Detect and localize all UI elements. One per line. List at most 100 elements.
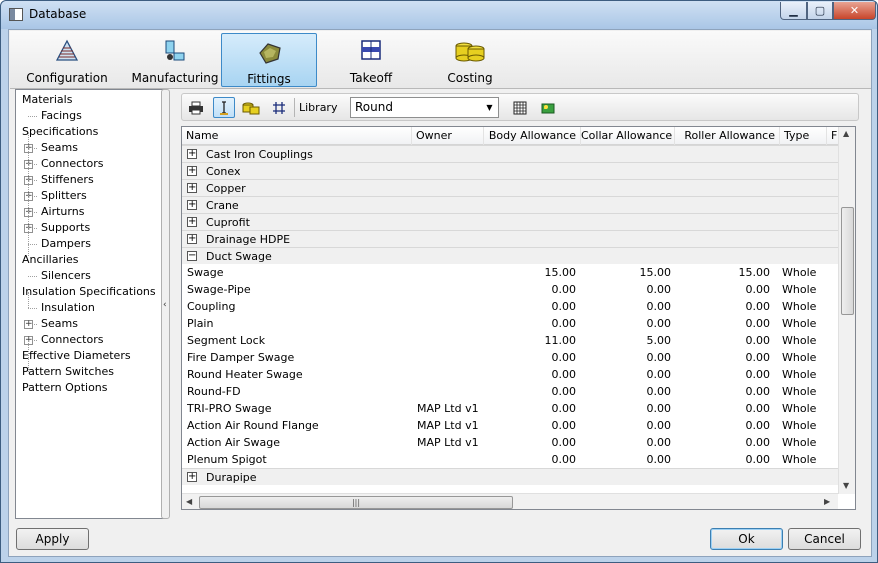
tree-item[interactable]: Pattern Options — [22, 380, 108, 396]
horizontal-scrollbar[interactable]: ◀ ||| ▶ — [182, 493, 838, 509]
tab-fittings[interactable]: Fittings — [221, 33, 317, 87]
minimize-button[interactable]: ▁ — [780, 2, 807, 20]
tree-item[interactable]: Seams — [41, 140, 78, 156]
category-tree[interactable]: Materials Facings Specifications + Seams + Con… — [15, 89, 166, 519]
library-select[interactable]: Round ▼ — [350, 97, 499, 118]
table-row[interactable]: Plain 0.00 0.00 0.00 Whole — [182, 315, 838, 332]
new-item-button[interactable] — [537, 97, 559, 118]
table-row[interactable]: Action Air Swage MAP Ltd v1 0.00 0.00 0.00 Wh… — [182, 434, 838, 451]
table-row[interactable]: Segment Lock 11.00 5.00 0.00 Whole — [182, 332, 838, 349]
fittings-grid[interactable]: Name Owner Body Allowance Collar Allowance R… — [181, 126, 856, 510]
table-row[interactable]: Round-FD 0.00 0.00 0.00 Whole — [182, 383, 838, 400]
vertical-scroll-thumb[interactable] — [841, 207, 854, 315]
tab-manufacturing[interactable]: Manufacturing — [125, 33, 225, 87]
cell-type: Whole — [782, 453, 817, 466]
tree-connector — [28, 340, 29, 372]
column-header[interactable]: Collar Allowance — [581, 127, 675, 145]
group-row[interactable]: + Drainage HDPE — [182, 230, 838, 247]
scroll-up-icon[interactable]: ▲ — [843, 129, 849, 138]
tree-item[interactable]: Stiffeners — [41, 172, 94, 188]
ok-button[interactable]: Ok — [710, 528, 783, 550]
expand-icon[interactable]: + — [187, 183, 197, 193]
column-header[interactable]: Body Allowance — [484, 127, 581, 145]
group-row[interactable]: + Copper — [182, 179, 838, 196]
horizontal-scroll-thumb[interactable]: ||| — [199, 496, 513, 509]
tree-item[interactable]: Connectors — [41, 156, 103, 172]
expand-icon[interactable]: + — [187, 200, 197, 210]
tree-item[interactable]: Pattern Switches — [22, 364, 114, 380]
table-row[interactable]: TRI-PRO Swage MAP Ltd v1 0.00 0.00 0.00 Whole — [182, 400, 838, 417]
cell-name: Round Heater Swage — [187, 368, 303, 381]
tree-item[interactable]: Facings — [41, 108, 82, 124]
cell-body: 0.00 — [551, 419, 577, 432]
scroll-right-icon[interactable]: ▶ — [824, 497, 830, 506]
tab-takeoff[interactable]: Takeoff — [323, 33, 419, 87]
group-row[interactable]: + Crane — [182, 196, 838, 213]
table-row[interactable]: Swage 15.00 15.00 15.00 Whole — [182, 264, 838, 281]
cell-name: Segment Lock — [187, 334, 266, 347]
expand-icon[interactable]: + — [187, 166, 197, 176]
group-row[interactable]: + Conex — [182, 162, 838, 179]
expand-icon[interactable]: + — [24, 320, 33, 329]
table-row[interactable]: Swage-Pipe 0.00 0.00 0.00 Whole — [182, 281, 838, 298]
print-button[interactable] — [185, 97, 207, 118]
expand-icon[interactable]: + — [187, 472, 197, 482]
table-row[interactable]: Action Air Round Flange MAP Ltd v1 0.00 0.0… — [182, 417, 838, 434]
scroll-left-icon[interactable]: ◀ — [186, 497, 192, 506]
grid-tool-button[interactable] — [268, 97, 290, 118]
group-label: Crane — [206, 199, 239, 212]
group-row[interactable]: + Cuprofit — [182, 213, 838, 230]
tree-item[interactable]: Insulation — [41, 300, 95, 316]
title-bar[interactable]: Database ▁ ▢ ✕ — [1, 1, 877, 29]
cell-body: 11.00 — [544, 334, 577, 347]
expand-icon[interactable]: + — [187, 217, 197, 227]
table-row[interactable]: Plenum Spigot 0.00 0.00 0.00 Whole — [182, 451, 838, 468]
panel-splitter[interactable]: ‹ — [161, 89, 170, 519]
tree-item[interactable]: Supports — [41, 220, 90, 236]
tab-configuration[interactable]: Configuration — [17, 33, 117, 87]
group-row[interactable]: + Durapipe — [182, 468, 838, 485]
cell-body: 0.00 — [551, 385, 577, 398]
vertical-scrollbar[interactable]: ▲ ▼ — [838, 127, 855, 494]
table-row[interactable]: Coupling 0.00 0.00 0.00 Whole — [182, 298, 838, 315]
maximize-button[interactable]: ▢ — [807, 2, 833, 20]
tree-item[interactable]: Effective Diameters — [22, 348, 131, 364]
tree-item[interactable]: Splitters — [41, 188, 87, 204]
group-label: Duct Swage — [206, 250, 272, 263]
group-row[interactable]: + Cast Iron Couplings — [182, 145, 838, 162]
tree-item[interactable]: Specifications — [22, 124, 98, 140]
tree-item[interactable]: Ancillaries — [22, 252, 79, 268]
tree-item[interactable]: Insulation Specifications — [22, 284, 156, 300]
column-header[interactable]: Roller Allowance — [675, 127, 780, 145]
cell-body: 0.00 — [551, 453, 577, 466]
cancel-button[interactable]: Cancel — [788, 528, 861, 550]
scroll-down-icon[interactable]: ▼ — [843, 481, 849, 490]
tree-item[interactable]: Connectors — [41, 332, 103, 348]
text-tool-button[interactable] — [213, 97, 235, 118]
column-header[interactable]: Type — [780, 127, 827, 145]
tab-costing[interactable]: Costing — [422, 33, 518, 87]
tree-item[interactable]: Silencers — [41, 268, 91, 284]
cell-collar: 0.00 — [646, 453, 672, 466]
apply-button[interactable]: Apply — [16, 528, 89, 550]
table-row[interactable]: Round Heater Swage 0.00 0.00 0.00 Whole — [182, 366, 838, 383]
column-header[interactable]: Name — [182, 127, 412, 145]
cell-collar: 0.00 — [646, 300, 672, 313]
column-header[interactable]: Owner — [412, 127, 484, 145]
tree-item[interactable]: Materials — [22, 92, 72, 108]
costing-tool-button[interactable] — [240, 97, 262, 118]
table-row[interactable]: Fire Damper Swage 0.00 0.00 0.00 Whole — [182, 349, 838, 366]
close-button[interactable]: ✕ — [833, 2, 876, 20]
tree-connector — [28, 276, 37, 277]
tree-item[interactable]: Dampers — [41, 236, 91, 252]
collapse-icon[interactable]: − — [187, 251, 197, 261]
cell-body: 0.00 — [551, 351, 577, 364]
table-view-button[interactable] — [509, 97, 531, 118]
cell-name: Action Air Round Flange — [187, 419, 319, 432]
group-row[interactable]: − Duct Swage — [182, 247, 838, 264]
collapse-left-icon: ‹ — [163, 300, 167, 310]
expand-icon[interactable]: + — [187, 234, 197, 244]
tree-item[interactable]: Airturns — [41, 204, 84, 220]
expand-icon[interactable]: + — [187, 149, 197, 159]
tree-item[interactable]: Seams — [41, 316, 78, 332]
